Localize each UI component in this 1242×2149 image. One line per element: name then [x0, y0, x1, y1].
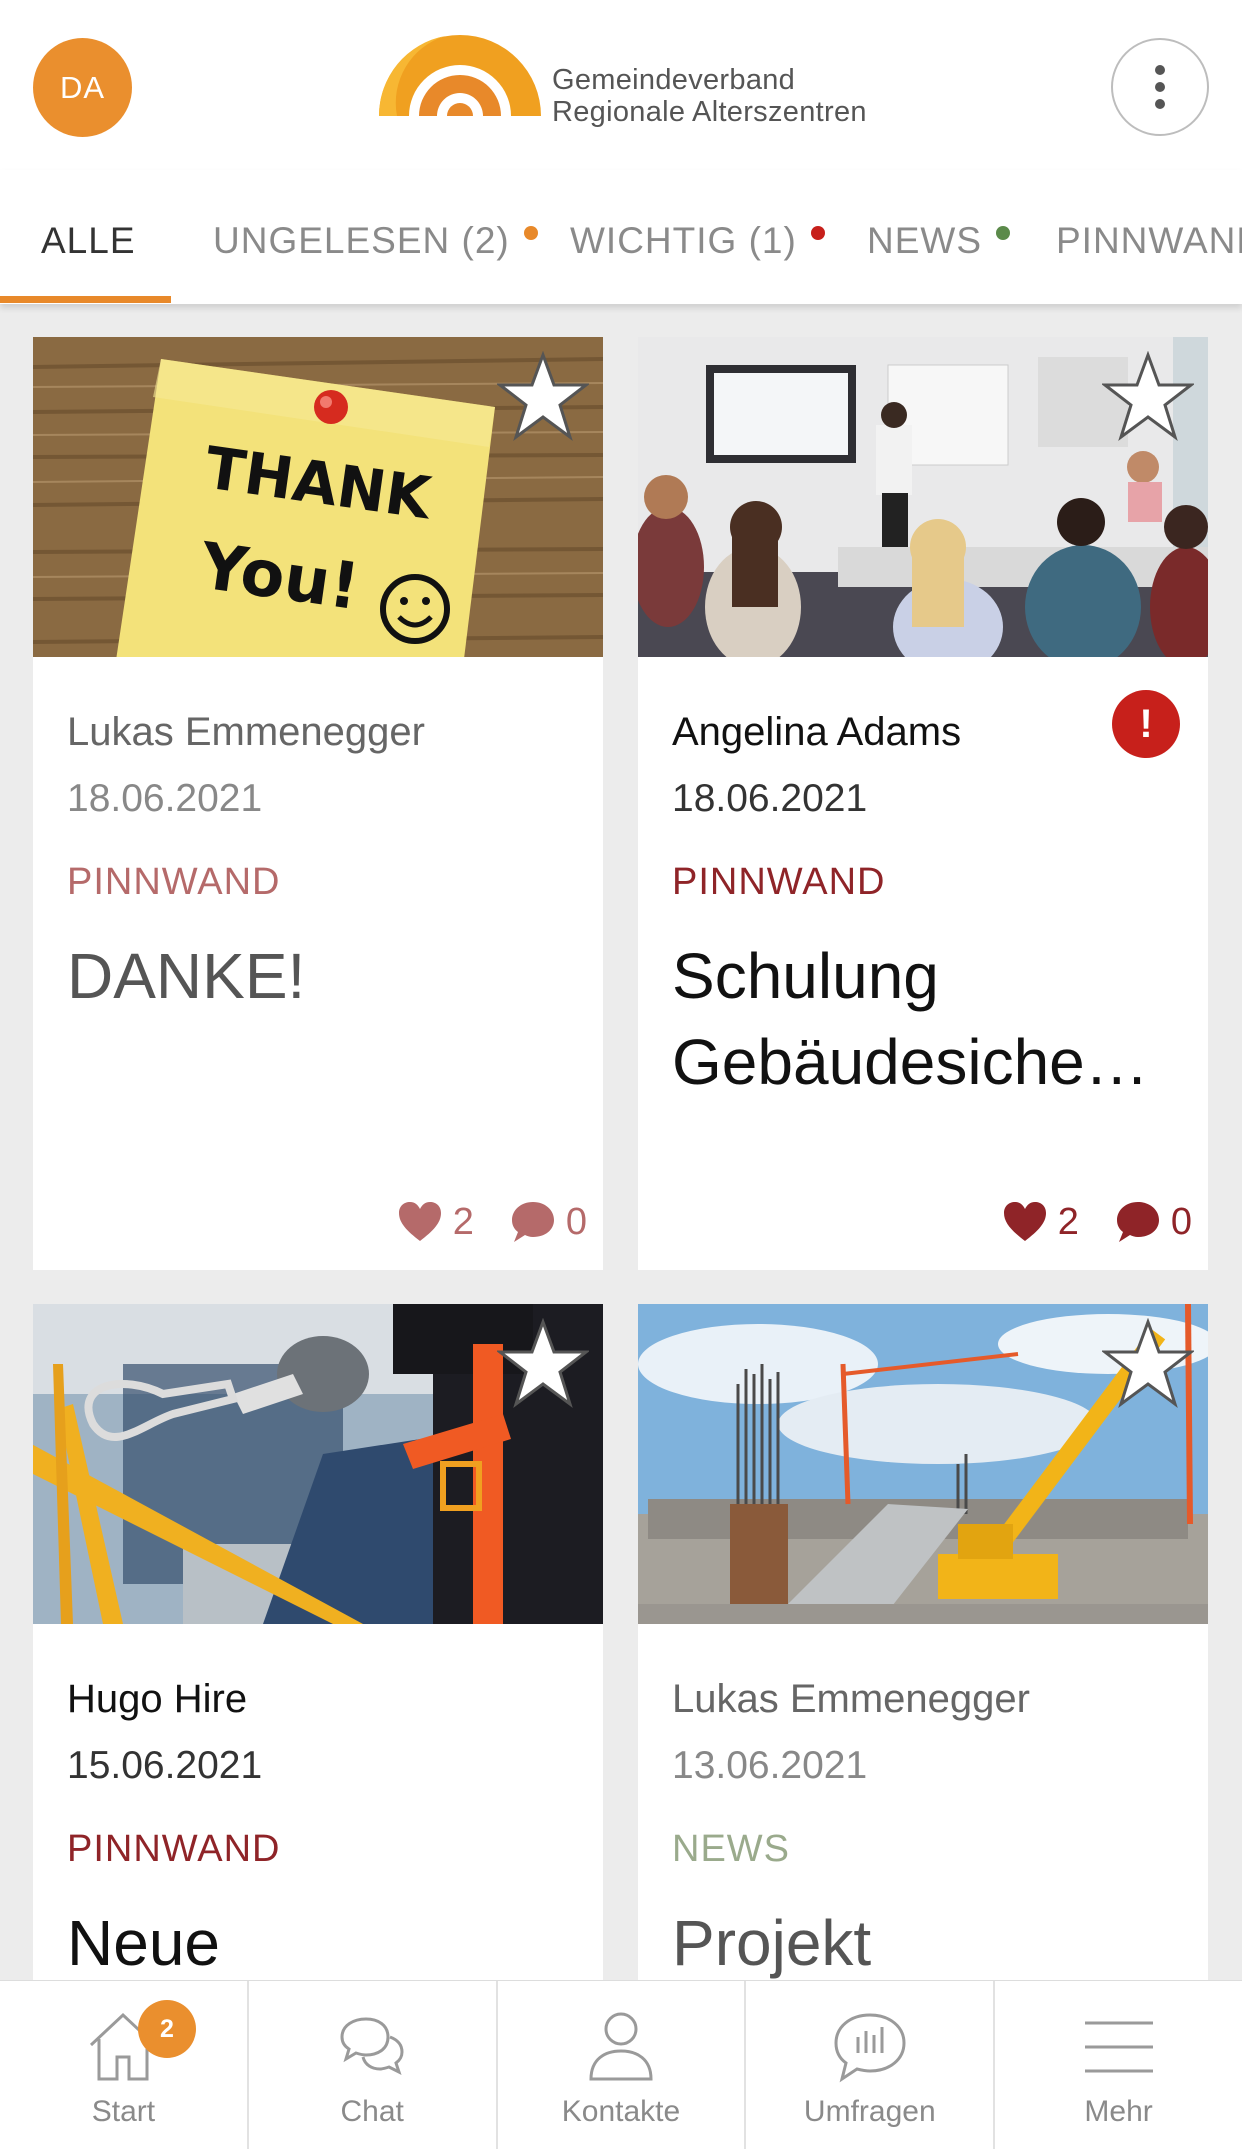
- menu-icon: [1084, 2021, 1153, 2073]
- comment-count: 0: [565, 1200, 587, 1243]
- bottom-navigation: 2 Start Chat Kontakte Umfragen Mehr: [0, 1980, 1242, 2149]
- post-title: Schulung Gebäudesiche…: [672, 940, 1149, 1098]
- heart-icon: [398, 1202, 441, 1241]
- tab-label: NEWS: [867, 220, 982, 261]
- tab-pinnwand[interactable]: PINNWAND: [1056, 220, 1242, 262]
- like-count: 2: [1057, 1200, 1079, 1243]
- post-author: Hugo Hire: [67, 1677, 248, 1721]
- post-card[interactable]: Hugo Hire 15.06.2021 PINNWAND Neue: [33, 1304, 603, 2004]
- post-card[interactable]: THANK You! Lukas Emmenegger 18.06.2021 P…: [33, 337, 603, 1270]
- post-author: Lukas Emmenegger: [672, 1677, 1030, 1721]
- post-date: 18.06.2021: [672, 777, 868, 820]
- tab-label: UNGELESEN (2): [213, 220, 510, 261]
- badge-count: 2: [160, 2014, 174, 2043]
- tab-alle[interactable]: ALLE: [41, 220, 136, 262]
- post-reactions: 2 0: [1002, 1197, 1192, 1247]
- logo-line-1: Gemeindeverband: [552, 64, 796, 96]
- like-button[interactable]: 2: [1002, 1201, 1079, 1244]
- post-title: Neue: [67, 1907, 220, 1979]
- post-card[interactable]: Lukas Emmenegger 13.06.2021 NEWS Projekt: [638, 1304, 1208, 2004]
- post-category: NEWS: [672, 1828, 790, 1870]
- more-vertical-icon: [1155, 65, 1165, 109]
- tab-label: WICHTIG (1): [570, 220, 797, 261]
- logo-text: Gemeindeverband Regionale Alterszentren: [552, 64, 867, 128]
- polls-icon: [834, 2013, 906, 2083]
- unread-dot: [523, 226, 538, 240]
- nav-kontakte[interactable]: Kontakte: [498, 1981, 747, 2149]
- nav-label: Start: [91, 2095, 156, 2128]
- header: DA Gemeindeverband Regionale Alterszentr…: [0, 0, 1242, 170]
- avatar-initials: DA: [59, 69, 106, 105]
- nav-umfragen[interactable]: Umfragen: [746, 1981, 996, 2149]
- filter-tabs: ALLE UNGELESEN (2) WICHTIG (1) NEWS PINN…: [0, 170, 1242, 304]
- post-title: DANKE!: [67, 940, 306, 1012]
- nav-label: Chat: [340, 2095, 404, 2128]
- nav-label: Mehr: [1084, 2095, 1153, 2128]
- post-date: 15.06.2021: [67, 1744, 263, 1787]
- favorite-star-icon[interactable]: [1102, 351, 1194, 443]
- favorite-star-icon[interactable]: [497, 1318, 589, 1410]
- post-date: 18.06.2021: [67, 777, 263, 820]
- nav-chat[interactable]: Chat: [249, 1981, 498, 2149]
- post-author: Lukas Emmenegger: [67, 710, 425, 754]
- comment-button[interactable]: 0: [1115, 1200, 1192, 1244]
- active-tab-indicator: [0, 296, 171, 303]
- tab-wichtig[interactable]: WICHTIG (1): [570, 220, 825, 262]
- post-category: PINNWAND: [67, 1828, 281, 1870]
- comment-icon: [1116, 1202, 1159, 1242]
- post-category: PINNWAND: [67, 861, 281, 903]
- nav-label: Umfragen: [803, 2095, 936, 2128]
- post-reactions: 2 0: [397, 1197, 587, 1247]
- post-category: PINNWAND: [672, 861, 886, 903]
- heart-icon: [1003, 1202, 1046, 1241]
- comment-count: 0: [1170, 1200, 1192, 1243]
- logo-arc-icon: [378, 35, 541, 116]
- news-dot: [996, 226, 1010, 240]
- tab-ungelesen[interactable]: UNGELESEN (2): [213, 220, 538, 262]
- logo-line-2: Regionale Alterszentren: [552, 96, 867, 128]
- nav-start[interactable]: 2 Start: [0, 1981, 249, 2149]
- more-options-button[interactable]: [1111, 38, 1209, 136]
- contacts-icon: [589, 2012, 653, 2081]
- like-count: 2: [452, 1200, 474, 1243]
- post-date: 13.06.2021: [672, 1744, 868, 1787]
- tab-label: ALLE: [41, 220, 136, 261]
- post-author: Angelina Adams: [672, 710, 962, 754]
- nav-label: Kontakte: [561, 2095, 681, 2128]
- important-badge-icon: !: [1112, 690, 1180, 758]
- like-button[interactable]: 2: [397, 1201, 474, 1244]
- chat-icon: [340, 2017, 404, 2075]
- app-logo: Gemeindeverband Regionale Alterszentren: [375, 24, 875, 134]
- favorite-star-icon[interactable]: [497, 351, 589, 443]
- important-mark: !: [1139, 701, 1153, 746]
- user-avatar[interactable]: DA: [33, 38, 132, 137]
- post-title: Projekt: [672, 1907, 872, 1979]
- tab-news[interactable]: NEWS: [867, 220, 1010, 262]
- comment-button[interactable]: 0: [510, 1200, 587, 1244]
- comment-icon: [511, 1202, 554, 1242]
- nav-mehr[interactable]: Mehr: [995, 1981, 1242, 2149]
- important-dot: [810, 226, 825, 240]
- tab-label: PINNWAND: [1056, 220, 1242, 261]
- app-root: DA Gemeindeverband Regionale Alterszentr…: [0, 0, 1242, 2149]
- post-card[interactable]: Angelina Adams ! 18.06.2021 PINNWAND Sch…: [638, 337, 1208, 1270]
- favorite-star-icon[interactable]: [1102, 1318, 1194, 1410]
- start-badge: 2: [138, 2000, 196, 2058]
